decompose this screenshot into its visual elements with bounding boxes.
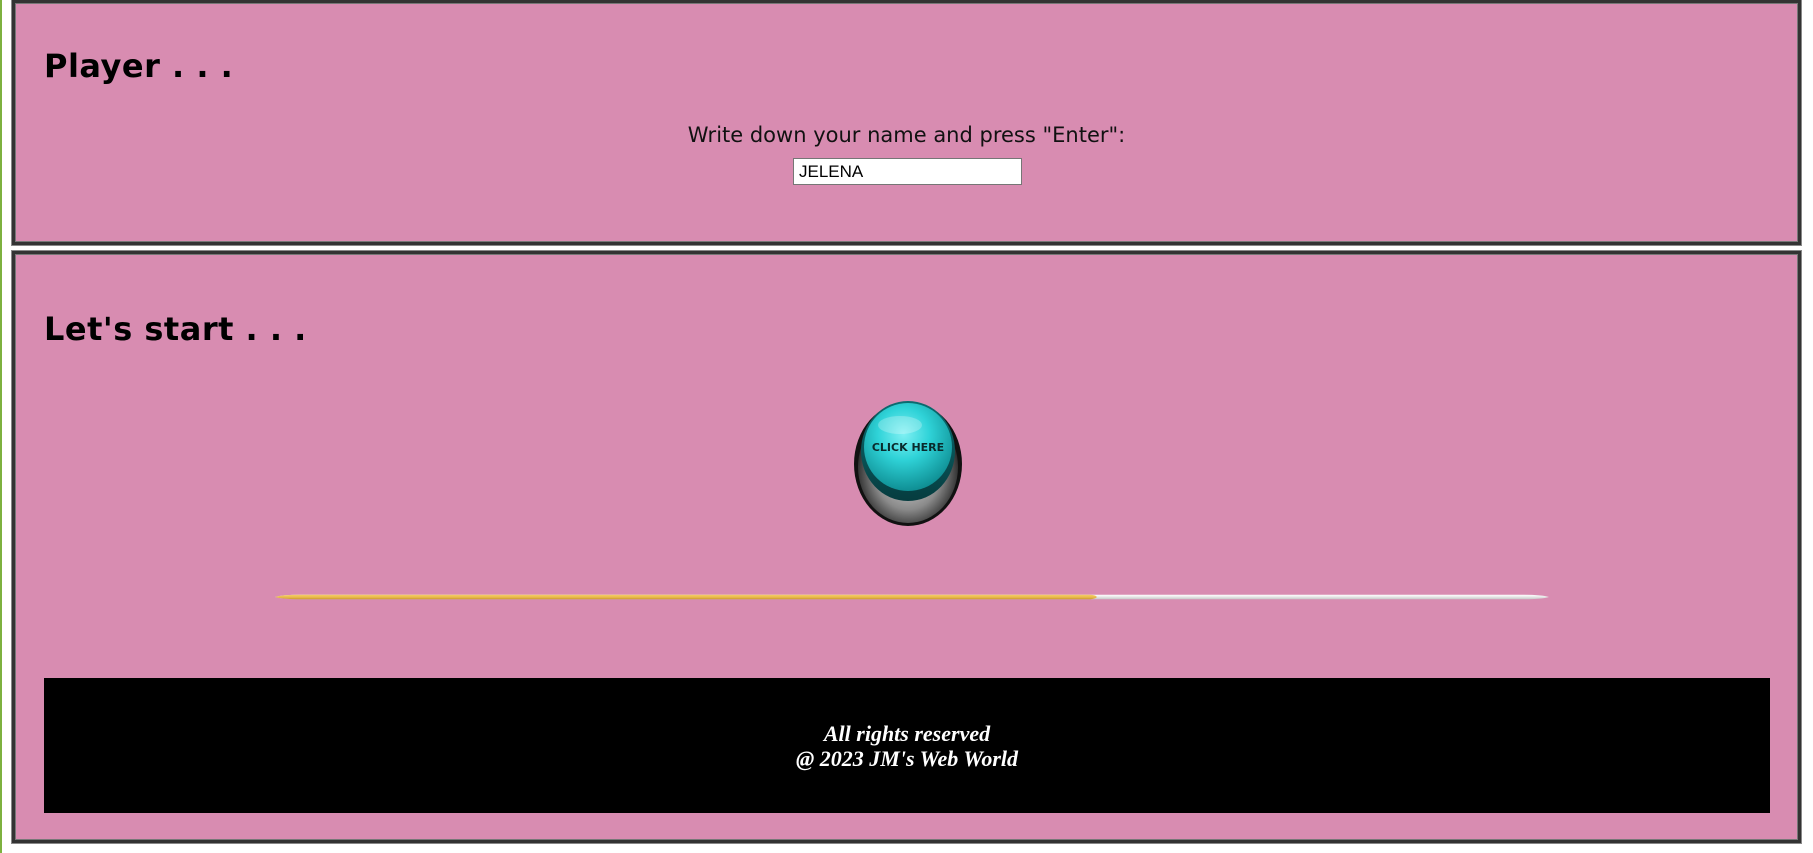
progress-bar <box>275 594 1549 600</box>
left-edge-accent <box>0 0 2 853</box>
player-panel: Player . . . Write down your name and pr… <box>12 0 1801 245</box>
progress-fill <box>275 594 1097 600</box>
footer-copyright: @ 2023 JM's Web World <box>795 745 1019 771</box>
round-push-button-icon: CLICK HERE <box>854 401 962 526</box>
start-panel: Let's start . . . CLICK HERE All rights … <box>12 251 1801 843</box>
footer: All rights reserved @ 2023 JM's Web Worl… <box>44 678 1770 813</box>
footer-rights: All rights reserved <box>823 720 991 746</box>
click-here-button[interactable]: CLICK HERE <box>852 397 964 527</box>
click-here-label: CLICK HERE <box>872 441 944 454</box>
name-prompt: Write down your name and press "Enter": <box>687 123 1126 147</box>
player-heading: Player . . . <box>44 47 234 85</box>
player-name-input[interactable] <box>793 158 1022 185</box>
start-heading: Let's start . . . <box>44 310 307 348</box>
